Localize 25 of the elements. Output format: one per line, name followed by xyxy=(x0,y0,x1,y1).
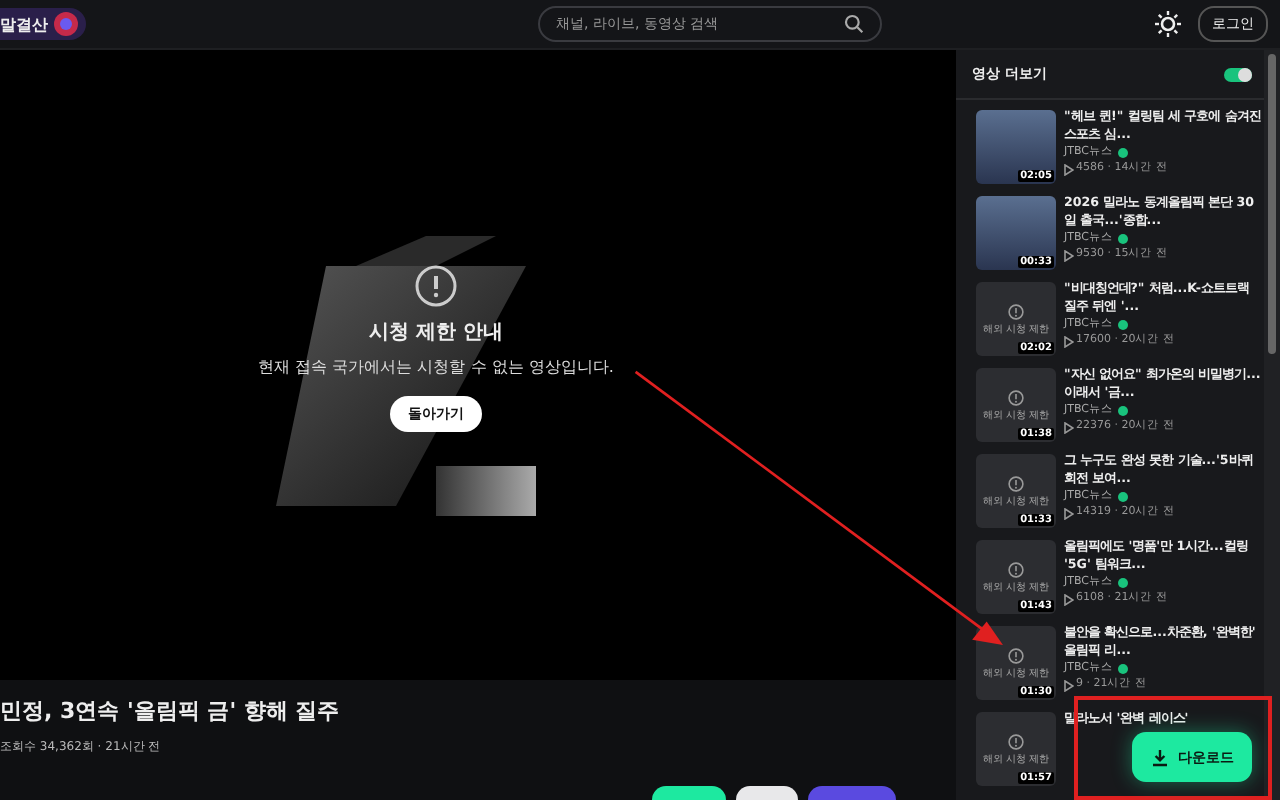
warning-icon xyxy=(1008,475,1024,491)
search-icon[interactable] xyxy=(844,14,864,34)
play-icon xyxy=(1064,507,1074,519)
logo[interactable]: 말결산 xyxy=(0,8,86,40)
play-icon xyxy=(1064,163,1074,175)
warning-icon xyxy=(1008,303,1024,319)
warning-icon xyxy=(414,263,458,307)
play-icon xyxy=(1064,421,1074,433)
warning-icon xyxy=(1008,733,1024,749)
logo-text: 말결산 xyxy=(0,13,48,35)
warning-icon xyxy=(1008,561,1024,577)
warning-icon xyxy=(1008,389,1024,405)
video-title: 민정, 3연속 '올림픽 금' 향해 질주 xyxy=(0,696,342,726)
play-icon xyxy=(1064,335,1074,347)
ball-icon xyxy=(52,10,80,38)
notice-text: 현재 접속 국가에서는 시청할 수 없는 영상입니다. xyxy=(258,355,614,377)
sun-icon[interactable] xyxy=(1154,10,1182,38)
notice-title: 시청 제한 안내 xyxy=(369,319,503,345)
scrollbar-thumb[interactable] xyxy=(1268,54,1276,354)
play-icon xyxy=(1064,249,1074,261)
play-icon xyxy=(1064,679,1074,691)
warning-icon xyxy=(1008,647,1024,663)
download-icon xyxy=(1150,747,1170,767)
autoplay-toggle[interactable] xyxy=(1224,67,1252,81)
play-icon xyxy=(1064,593,1074,605)
